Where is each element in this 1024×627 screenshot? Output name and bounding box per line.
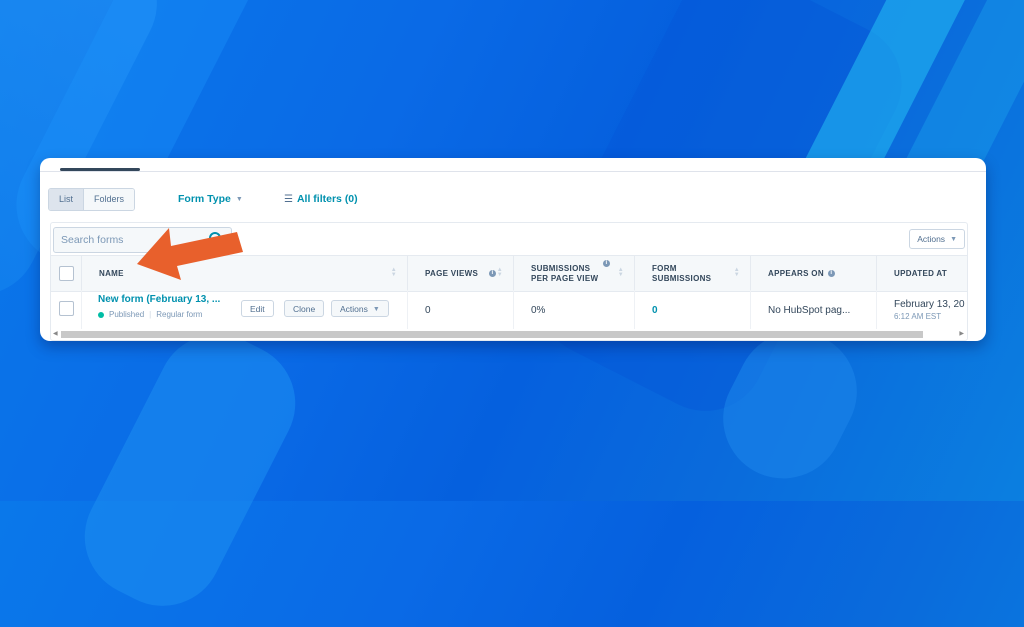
column-label: UPDATED AT [894, 268, 948, 278]
scroll-right-icon[interactable]: ▶ [959, 330, 964, 337]
background-stripe [64, 313, 316, 627]
scrollbar-thumb[interactable] [61, 331, 923, 338]
horizontal-scrollbar[interactable]: ◀ ▶ [51, 329, 967, 339]
status-label: Published [109, 310, 145, 319]
view-toggle: List Folders [48, 188, 136, 211]
column-label: SUBMISSIONS PER PAGE VIEW [531, 263, 599, 283]
column-header-appears-on[interactable]: APPEARS ON i [750, 256, 876, 291]
column-label: APPEARS ON [768, 268, 824, 278]
table-row: New form (February 13, ... Published | Reg… [51, 290, 967, 330]
table-actions-button[interactable]: Actions ▼ [909, 229, 965, 249]
select-all-checkbox[interactable] [59, 266, 74, 281]
status-dot-icon [98, 311, 104, 318]
view-folders-button[interactable]: Folders [84, 189, 135, 210]
edit-button[interactable]: Edit [241, 300, 274, 317]
sort-icon[interactable]: ▲ ▼ [618, 267, 624, 278]
form-meta: Published | Regular form [98, 310, 202, 319]
form-type-label: Form Type [178, 193, 231, 205]
column-label: NAME [99, 268, 124, 278]
info-icon[interactable]: i [489, 270, 496, 277]
sort-icon[interactable]: ▲ ▼ [734, 267, 740, 278]
caret-down-icon: ▼ [950, 235, 957, 243]
search-placeholder: Search forms [61, 234, 124, 246]
info-icon[interactable]: i [603, 260, 610, 267]
row-actions-button[interactable]: Actions ▼ [331, 300, 389, 317]
sort-icon[interactable]: ▲ ▼ [497, 267, 503, 278]
cell-form-submissions[interactable]: 0 [634, 290, 750, 330]
scroll-left-icon[interactable]: ◀ [53, 330, 58, 337]
column-header-form-submissions[interactable]: FORM SUBMISSIONS ▲ ▼ [634, 256, 750, 291]
info-icon[interactable]: i [827, 270, 835, 277]
column-header-submissions-per-page-view[interactable]: SUBMISSIONS PER PAGE VIEW i ▲ ▼ [513, 256, 634, 291]
row-actions-label: Actions [340, 304, 368, 314]
row-checkbox[interactable] [59, 301, 74, 316]
cell-submissions-per-view: 0% [513, 290, 634, 330]
arrow-shape [137, 228, 243, 280]
clone-button[interactable]: Clone [284, 300, 325, 317]
form-type-value: Regular form [156, 310, 203, 319]
cell-appears-on: No HubSpot pag... [750, 290, 876, 330]
caret-down-icon: ▼ [235, 195, 243, 203]
caret-down-icon: ▼ [372, 306, 380, 314]
column-label: FORM SUBMISSIONS [652, 263, 712, 283]
cell-page-views: 0 [407, 290, 513, 330]
all-filters-label: All filters (0) [296, 193, 358, 205]
all-filters-button[interactable]: ☰ All filters (0) [284, 193, 358, 205]
updated-time: 6:12 AM EST [894, 312, 942, 321]
updated-date: February 13, 20 [894, 299, 965, 310]
tab-divider [40, 171, 986, 172]
view-list-button[interactable]: List [49, 189, 85, 210]
form-name-link[interactable]: New form (February 13, ... [98, 294, 220, 305]
column-header-updated-at[interactable]: UPDATED AT [876, 256, 967, 291]
divider: | [149, 310, 152, 319]
column-header-page-views[interactable]: PAGE VIEWS i ▲ ▼ [407, 256, 513, 291]
table-actions-label: Actions [917, 234, 946, 244]
form-type-dropdown[interactable]: Form Type ▼ [178, 193, 243, 205]
column-label: PAGE VIEWS [425, 268, 479, 278]
cell-updated-at: February 13, 20 6:12 AM EST [876, 290, 967, 330]
annotation-arrow-icon [137, 228, 243, 280]
sort-icon[interactable]: ▲ ▼ [391, 267, 397, 278]
filter-icon: ☰ [284, 194, 293, 205]
